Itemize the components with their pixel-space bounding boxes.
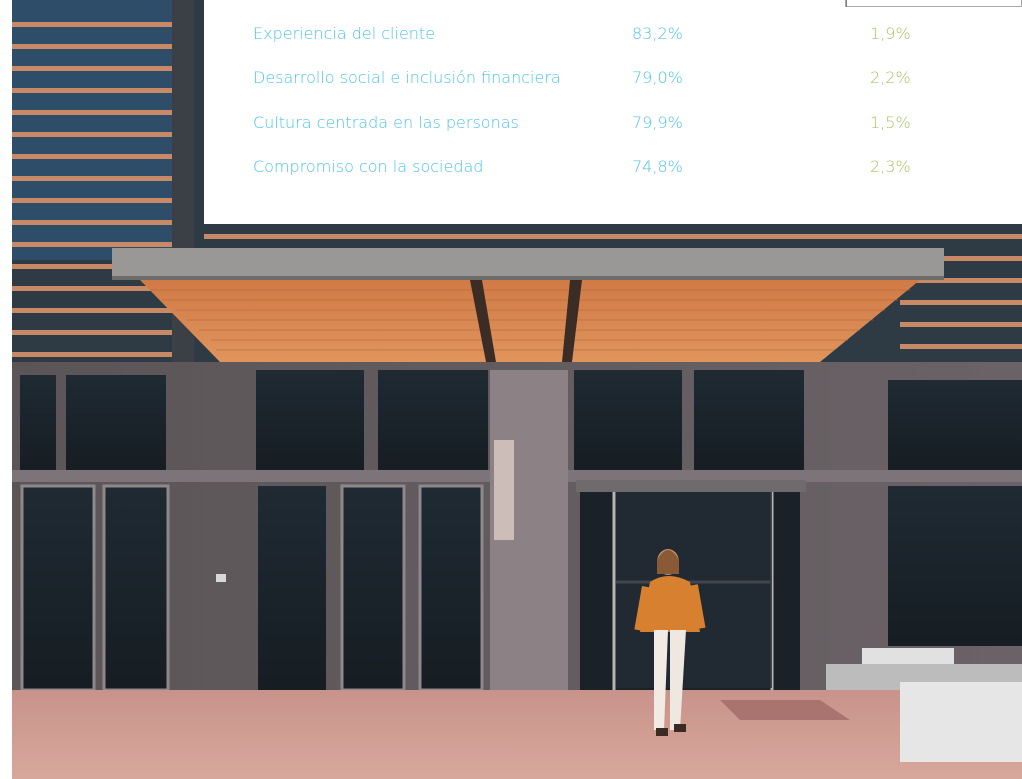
table-row: Compromiso con la sociedad 74,8% 2,3% <box>204 152 1022 182</box>
row-value: 74,8% <box>632 157 683 176</box>
report-page: Experiencia del cliente 83,2% 1,9% Desar… <box>0 0 1022 779</box>
row-change: 1,9% <box>870 24 911 43</box>
table-row: Desarrollo social e inclusión financiera… <box>204 63 1022 93</box>
indicator-table: Experiencia del cliente 83,2% 1,9% Desar… <box>204 0 1022 224</box>
table-row: Experiencia del cliente 83,2% 1,9% <box>204 19 1022 49</box>
row-label: Cultura centrada en las personas <box>253 113 519 132</box>
table-edge-box <box>845 0 1022 7</box>
row-value: 83,2% <box>632 24 683 43</box>
row-value: 79,0% <box>632 68 683 87</box>
row-value: 79,9% <box>632 113 683 132</box>
table-row: Cultura centrada en las personas 79,9% 1… <box>204 108 1022 138</box>
row-label: Desarrollo social e inclusión financiera <box>253 68 561 87</box>
row-label: Compromiso con la sociedad <box>253 157 484 176</box>
row-change: 2,3% <box>870 157 911 176</box>
row-change: 1,5% <box>870 113 911 132</box>
row-change: 2,2% <box>870 68 911 87</box>
row-label: Experiencia del cliente <box>253 24 436 43</box>
